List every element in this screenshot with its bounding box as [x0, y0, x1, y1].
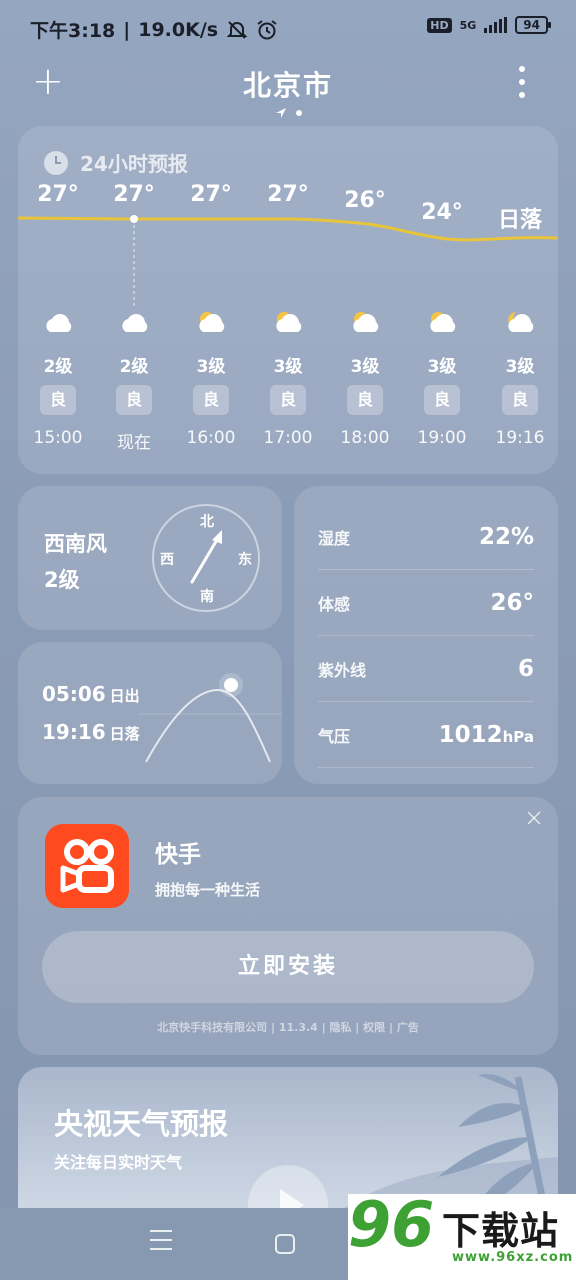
- hour-wind-level: 3级: [273, 357, 303, 377]
- hour-time: 17:00: [263, 428, 313, 448]
- sun-arc: [138, 673, 282, 763]
- detail-label: 气压: [318, 726, 351, 746]
- partly-cloudy-icon: [193, 308, 229, 342]
- watermark-url: www.96xz.com: [452, 1250, 574, 1265]
- pressure-unit: hPa: [502, 727, 534, 746]
- hour-time: 19:00: [417, 428, 467, 448]
- hour-time: 15:00: [33, 428, 83, 448]
- sunrise-row: 05:06 日出: [42, 682, 140, 706]
- wind-card[interactable]: 西南风 2级 北 南 东 西: [18, 486, 282, 630]
- hour-time: 18:00: [340, 428, 390, 448]
- cctv-subtitle: 关注每日实时天气: [54, 1153, 183, 1172]
- sunset-row: 19:16 日落: [42, 720, 140, 744]
- hour-wind-level: 3级: [350, 357, 380, 377]
- hour-temp: 26°: [344, 188, 386, 213]
- hour-temp: 24°: [421, 200, 463, 225]
- status-time: 下午3:18: [30, 20, 116, 42]
- hour-temp: 日落: [497, 208, 542, 233]
- hour-temp: 27°: [37, 182, 79, 207]
- page-dot: [296, 110, 302, 116]
- hour-temp: 27°: [190, 182, 232, 207]
- hour-aqi-badge: 良: [40, 385, 76, 415]
- detail-feels-like: 体感 26°: [318, 570, 534, 636]
- hour-wind-level: 3级: [505, 357, 535, 377]
- ad-card: 快手 拥抱每一种生活 立即安装 北京快手科技有限公司 | 11.3.4 | 隐私…: [18, 797, 558, 1055]
- location-arrow-icon: [276, 108, 286, 118]
- page-indicator: [276, 108, 302, 118]
- hd-badge: HD: [427, 17, 452, 33]
- hour-time: 16:00: [186, 428, 236, 448]
- detail-value: 22%: [478, 523, 534, 550]
- wind-direction: 西南风: [44, 532, 107, 556]
- ad-close-button[interactable]: [524, 809, 544, 829]
- detail-uv: 紫外线 6: [318, 636, 534, 702]
- hour-temp: 27°: [113, 182, 155, 207]
- detail-pressure: 气压 1012hPa: [318, 702, 534, 768]
- status-left: 下午3:18 | 19.0K/s: [30, 16, 278, 43]
- bell-muted-icon: [226, 20, 248, 39]
- sunrise-label: 日出: [109, 687, 140, 705]
- pressure-number: 1012: [438, 721, 503, 748]
- hour-wind-level: 2级: [119, 357, 149, 377]
- hour-aqi-badge: 良: [502, 385, 538, 415]
- moon-cloud-icon: [502, 308, 538, 342]
- hour-time: 现在: [117, 433, 151, 453]
- wind-level: 2级: [44, 568, 80, 592]
- sunrise-time: 05:06: [42, 682, 106, 706]
- compass: 北 南 东 西: [152, 504, 260, 612]
- site-watermark: 96 下载站 www.96xz.com: [348, 1188, 576, 1280]
- hour-aqi-badge: 良: [116, 385, 152, 415]
- status-speed: 19.0K/s: [138, 18, 219, 41]
- detail-label: 湿度: [318, 528, 351, 548]
- close-icon: [527, 811, 541, 825]
- hour-aqi-badge: 良: [193, 385, 229, 415]
- partly-cloudy-icon: [347, 308, 383, 342]
- hour-wind-level: 2级: [43, 357, 73, 377]
- kuaishou-app-icon[interactable]: [45, 824, 129, 908]
- wind-arrow-icon: [190, 530, 222, 584]
- sunset-label: 日落: [109, 725, 140, 743]
- network-type: 5G: [459, 18, 477, 32]
- watermark-text: 下载站: [442, 1209, 560, 1253]
- hour-temp: 27°: [267, 182, 309, 207]
- partly-cloudy-icon: [424, 308, 460, 342]
- sun-card[interactable]: 05:06 日出 19:16 日落: [18, 642, 282, 784]
- city-title: 北京市: [242, 69, 333, 102]
- watermark-logo: 96: [348, 1188, 434, 1261]
- details-card[interactable]: 湿度 22% 体感 26° 紫外线 6 气压 1012hPa: [294, 486, 558, 784]
- cloud-icon: [40, 308, 76, 342]
- alarm-icon: [257, 19, 277, 39]
- detail-value: 1012hPa: [439, 722, 534, 748]
- nav-home-button[interactable]: [275, 1234, 295, 1254]
- status-divider: |: [123, 18, 131, 41]
- partly-cloudy-icon: [270, 308, 306, 342]
- hourly-forecast-card[interactable]: 24小时预报 27° 2级良 15:00 27° 2级良现在 27° 3级良 16:00 27°…: [18, 126, 558, 474]
- hour-aqi-badge: 良: [270, 385, 306, 415]
- status-bar: 下午3:18 | 19.0K/s HD 5G 94: [0, 0, 576, 56]
- cctv-title: 央视天气预报: [54, 1107, 229, 1141]
- ad-footer: 北京快手科技有限公司 | 11.3.4 | 隐私 | 权限 | 广告: [157, 1021, 419, 1034]
- more-menu-button[interactable]: [508, 66, 536, 98]
- temperature-curve: [18, 215, 558, 308]
- install-button[interactable]: 立即安装: [42, 931, 534, 1003]
- hour-wind-level: 3级: [427, 357, 457, 377]
- battery-icon: 94: [515, 16, 551, 34]
- hour-aqi-badge: 良: [347, 385, 383, 415]
- detail-value: 6: [517, 655, 534, 682]
- detail-value: 26°: [490, 589, 534, 616]
- watermark-number: 96: [348, 1188, 435, 1261]
- cloud-icon: [116, 308, 152, 342]
- ad-app-name: 快手: [155, 842, 201, 868]
- signal-icon: [484, 17, 508, 33]
- detail-label: 紫外线: [318, 660, 367, 680]
- hour-time: 19:16: [495, 428, 545, 448]
- nav-menu-button[interactable]: [150, 1230, 172, 1250]
- hour-wind-level: 3级: [196, 357, 226, 377]
- ad-app-slogan: 拥抱每一种生活: [155, 881, 261, 899]
- hour-aqi-badge: 良: [424, 385, 460, 415]
- sunset-time: 19:16: [42, 720, 106, 744]
- detail-humidity: 湿度 22%: [318, 504, 534, 570]
- detail-label: 体感: [318, 594, 351, 614]
- status-right: HD 5G 94: [427, 16, 551, 34]
